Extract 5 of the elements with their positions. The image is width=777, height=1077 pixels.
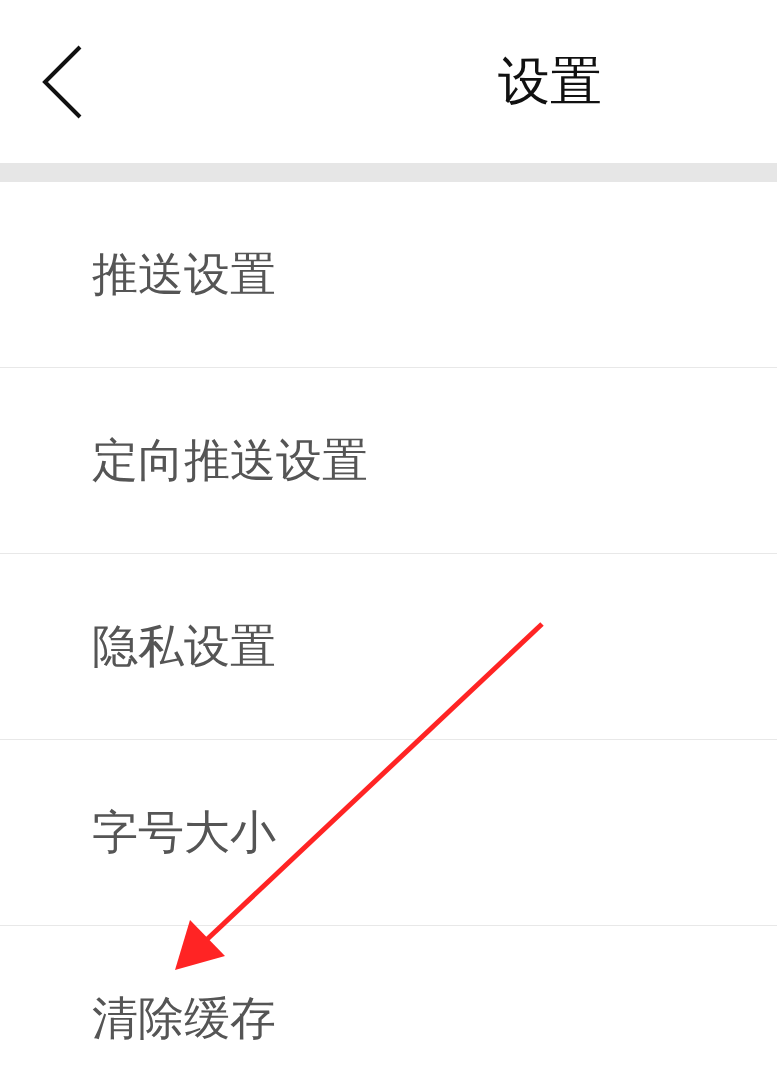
- settings-item[interactable]: 定向推送设置: [0, 368, 777, 554]
- page-title: 设置: [498, 49, 602, 113]
- settings-item[interactable]: 字号大小: [0, 740, 777, 926]
- settings-item[interactable]: 隐私设置: [0, 554, 777, 740]
- settings-item[interactable]: 推送设置: [0, 182, 777, 368]
